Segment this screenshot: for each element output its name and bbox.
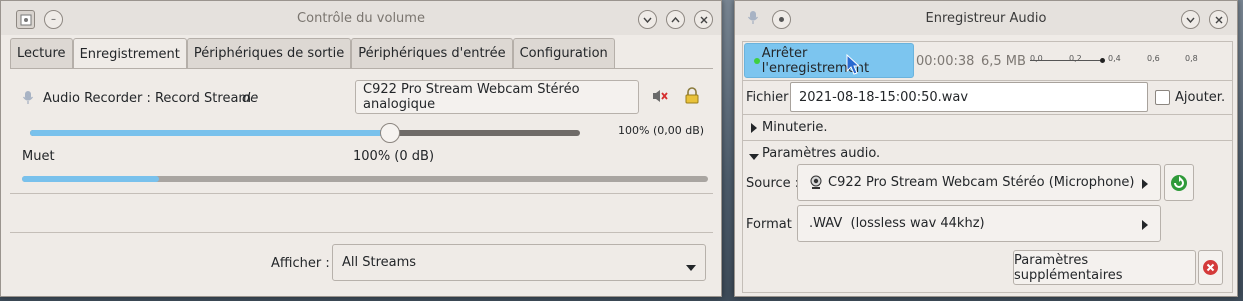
more-settings-button[interactable]: Paramètres supplémentaires	[1013, 250, 1196, 285]
webcam-icon	[809, 175, 823, 190]
scale-tick: 0,0	[1030, 54, 1043, 63]
recording-panel: Audio Recorder : Record Stream de C922 P…	[10, 68, 713, 281]
divider	[743, 80, 1232, 81]
volume-slider-fill	[30, 130, 392, 136]
afficher-value: All Streams	[342, 255, 417, 270]
titlebar: – Contrôle du volume	[1, 1, 721, 35]
tab-configuration[interactable]: Configuration	[512, 38, 615, 68]
stop-recording-button[interactable]: Arrêter l'enregistrement	[744, 43, 914, 78]
chevron-right-icon	[1142, 219, 1148, 234]
source-label: Source :	[746, 176, 800, 191]
afficher-dropdown[interactable]: All Streams	[332, 244, 706, 281]
tab-bar: Lecture Enregistrement Périphériques de …	[10, 38, 615, 69]
refresh-icon	[1170, 174, 1188, 192]
scale-tick: 0,4	[1108, 54, 1121, 63]
volume-level-text: 100% (0,00 dB)	[618, 124, 705, 137]
chevron-down-icon	[686, 260, 696, 275]
refresh-button[interactable]	[1164, 164, 1194, 201]
volume-slider-handle[interactable]	[380, 123, 400, 143]
chevron-right-icon	[1142, 178, 1148, 193]
afficher-label: Afficher :	[271, 256, 330, 271]
cancel-icon	[1202, 259, 1219, 276]
volume-control-window: – Contrôle du volume Lecture Enregistrem…	[0, 0, 722, 297]
minimize-icon[interactable]	[1181, 10, 1200, 29]
muet-label: Muet	[22, 149, 55, 164]
fichier-input[interactable]	[790, 82, 1148, 112]
close-icon[interactable]	[1209, 10, 1228, 29]
ajouter-label: Ajouter.	[1175, 90, 1226, 105]
recording-indicator	[754, 57, 760, 64]
elapsed-time: 00:00:38	[916, 54, 975, 69]
more-settings-label: Paramètres supplémentaires	[1014, 252, 1123, 283]
divider	[743, 114, 1232, 115]
minimize-icon[interactable]	[638, 10, 657, 29]
source-select-button[interactable]: C922 Pro Stream Webcam Stéréo (Microphon…	[797, 164, 1161, 201]
tab-lecture[interactable]: Lecture	[10, 38, 73, 68]
ajouter-checkbox[interactable]	[1155, 90, 1170, 105]
scale-tick: 0,2	[1069, 54, 1082, 63]
params-audio-toggle[interactable]: Paramètres audio.	[762, 146, 880, 161]
divider	[10, 232, 713, 233]
stream-de: de	[242, 91, 259, 106]
stream-name: Audio Recorder : Record Stream	[43, 91, 252, 106]
format-select-button[interactable]: .WAV (lossless wav 44khz)	[797, 205, 1161, 242]
divider	[10, 193, 713, 194]
device-select-button[interactable]: C922 Pro Stream Webcam Stéréo analogique	[355, 80, 639, 114]
format-label: Format :	[746, 217, 801, 232]
lock-icon[interactable]	[684, 87, 700, 108]
scale-tick: 0,8	[1185, 54, 1198, 63]
cancel-button[interactable]	[1198, 250, 1223, 285]
tab-peripheriques-sortie[interactable]: Périphériques de sortie	[186, 38, 352, 68]
stop-recording-label: Arrêter l'enregistrement	[761, 45, 870, 76]
cursor-icon	[846, 53, 861, 80]
scale-tick: 0,6	[1147, 54, 1160, 63]
window-title: Contrôle du volume	[297, 11, 425, 26]
chevron-down-icon[interactable]	[749, 149, 759, 164]
source-value: C922 Pro Stream Webcam Stéréo (Microphon…	[828, 175, 1135, 190]
scale-marker	[1100, 58, 1105, 63]
format-value: .WAV (lossless wav 44khz)	[809, 216, 985, 231]
microphone-icon	[22, 90, 34, 110]
level-meter-fill	[22, 176, 159, 182]
maximize-icon[interactable]	[666, 10, 685, 29]
chevron-right-icon[interactable]	[751, 122, 757, 137]
titlebar: Enregistreur Audio	[735, 1, 1237, 35]
minuterie-toggle[interactable]: Minuterie.	[762, 120, 828, 135]
tab-peripheriques-entree[interactable]: Périphériques d'entrée	[351, 38, 513, 68]
close-icon[interactable]	[694, 10, 713, 29]
mute-speaker-icon[interactable]	[651, 88, 669, 108]
window-title: Enregistreur Audio	[925, 11, 1047, 26]
divider	[743, 140, 1232, 141]
tab-enregistrement[interactable]: Enregistrement	[72, 38, 187, 69]
file-size: 6,5 MB	[981, 54, 1026, 69]
muet-value: 100% (0 dB)	[353, 149, 435, 164]
device-label: C922 Pro Stream Webcam Stéréo analogique	[363, 82, 580, 112]
audio-recorder-window: Enregistreur Audio Arrêter l'enregistrem…	[734, 0, 1238, 297]
level-scale: 0,0 0,2 0,4 0,6 0,8	[1030, 49, 1200, 71]
